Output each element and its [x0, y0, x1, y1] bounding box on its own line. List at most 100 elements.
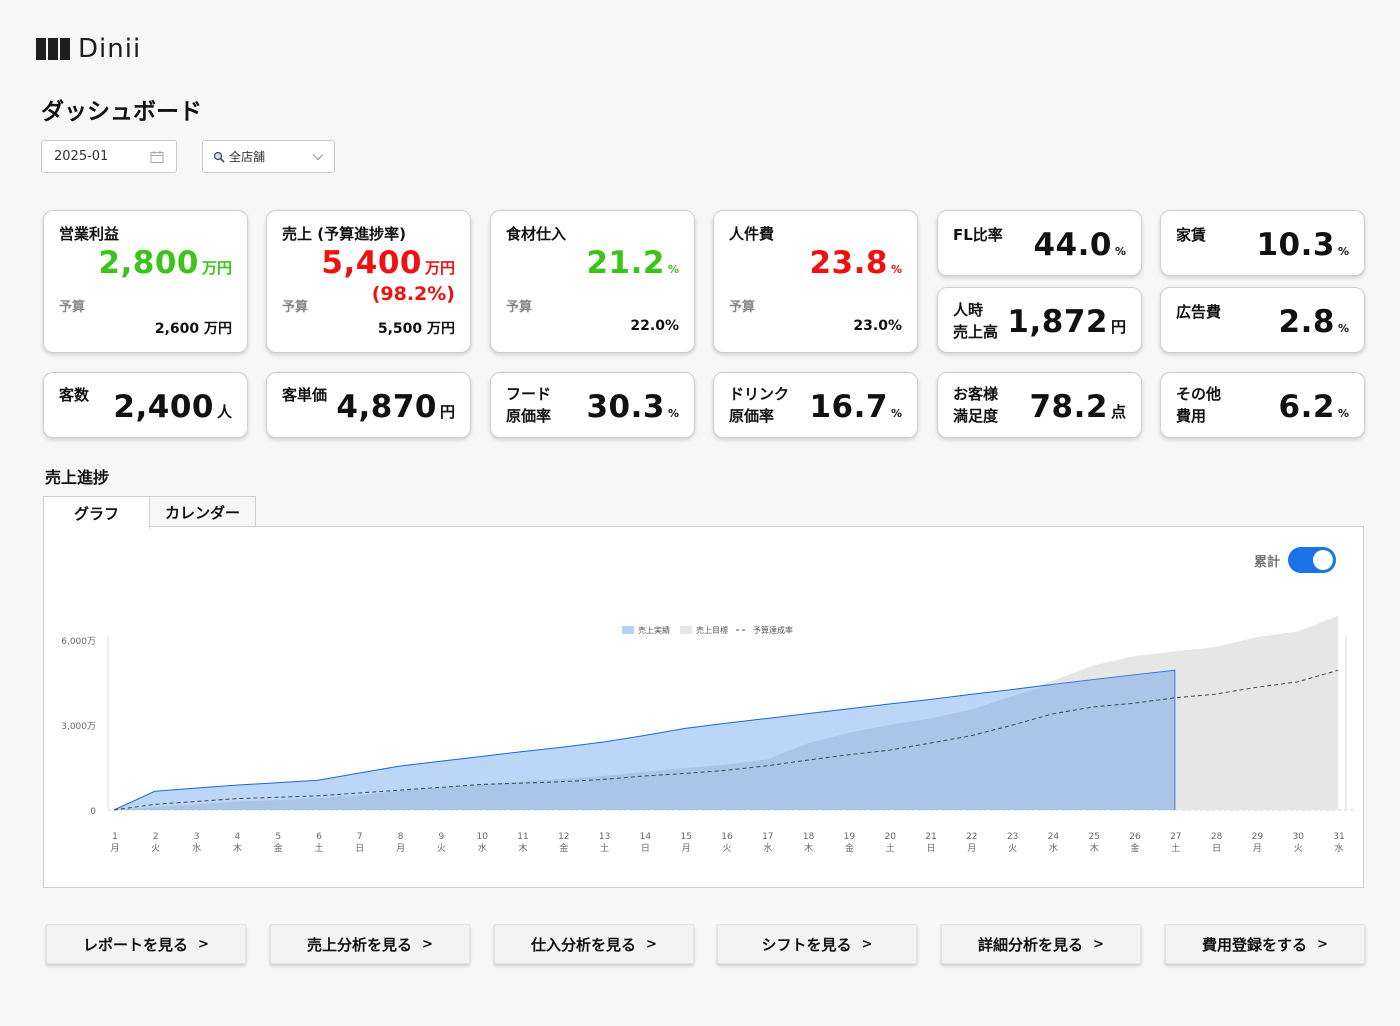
kpi-value: 44.0% [1033, 227, 1126, 263]
kpi-value: 1,872 円 [1007, 304, 1126, 340]
budget-label: 予算 [506, 300, 533, 315]
budget-value: 22.0% [630, 318, 679, 334]
kpi-value: 21.2% [586, 245, 679, 281]
kpi-label: 広告費 [1176, 303, 1222, 321]
x-tick-day: 4 [235, 832, 241, 842]
x-tick-day: 30 [1292, 832, 1304, 842]
kpi-unit: 円 [1110, 318, 1126, 336]
x-tick-day: 31 [1333, 832, 1344, 842]
x-tick-day: 6 [316, 832, 322, 842]
kpi-value: 5,400 万円 [321, 245, 455, 281]
logo-mark-icon [36, 38, 70, 60]
chevron-right-icon: > [861, 936, 873, 952]
x-tick-weekday: 水 [192, 842, 201, 854]
sales-progress-chart: 03,000万6,000万1月2火3水4木5金6土7日8月9火10水11木12金… [61, 615, 1354, 854]
kpi-card-small[interactable]: 人時 売上高 1,872 円 [937, 287, 1142, 353]
action-button[interactable]: 仕入分析を見る > [494, 924, 694, 964]
x-tick-weekday: 木 [233, 842, 242, 854]
kpi-number: 21.2 [586, 245, 665, 281]
kpi-card[interactable]: ドリンク 原価率 16.7% [713, 372, 918, 438]
kpi-label: 人時 売上高 [953, 301, 999, 341]
x-tick-weekday: 木 [518, 842, 527, 854]
action-button-label: 仕入分析を見る [531, 935, 637, 954]
kpi-card[interactable]: お客様 満足度 78.2 点 [937, 372, 1142, 438]
kpi-value: 6.2% [1279, 389, 1349, 425]
x-tick-day: 8 [398, 832, 404, 842]
x-tick-day: 21 [925, 832, 936, 842]
kpi-card-budget[interactable]: 食材仕入 21.2% 予算 22.0% [490, 210, 695, 353]
legend-label-actual: 売上実績 [638, 625, 670, 635]
kpi-card[interactable]: 客数 2,400 人 [43, 372, 248, 438]
x-tick-weekday: 月 [1253, 843, 1262, 854]
kpi-label: 売上 (予算進捗率) [282, 225, 406, 243]
action-button[interactable]: シフトを見る > [717, 924, 917, 964]
search-icon [213, 151, 225, 163]
action-button[interactable]: 詳細分析を見る > [941, 924, 1141, 964]
kpi-number: 2.8 [1278, 304, 1335, 340]
x-tick-day: 17 [762, 832, 773, 842]
action-button[interactable]: レポートを見る > [46, 924, 246, 964]
x-tick-weekday: 金 [559, 842, 568, 854]
store-select-value: 全店舗 [229, 150, 266, 164]
action-button-label: レポートを見る [83, 935, 189, 954]
y-tick-label: 0 [90, 807, 96, 817]
budget-label: 予算 [59, 300, 86, 315]
x-tick-weekday: 水 [1334, 842, 1343, 854]
kpi-number: 1,872 [1007, 304, 1108, 340]
x-tick-day: 5 [275, 832, 281, 842]
x-tick-weekday: 木 [1090, 842, 1099, 854]
x-tick-day: 27 [1170, 832, 1181, 842]
budget-value: 2,600 万円 [154, 321, 232, 337]
kpi-label: お客様 満足度 [953, 385, 999, 425]
store-select[interactable]: 全店舗 [202, 140, 335, 173]
x-tick-weekday: 日 [926, 843, 935, 854]
action-button[interactable]: 売上分析を見る > [270, 924, 470, 964]
x-tick-weekday: 土 [1171, 842, 1180, 854]
x-tick-weekday: 金 [845, 842, 854, 854]
kpi-card-budget[interactable]: 人件費 23.8% 予算 23.0% [713, 210, 918, 353]
x-tick-day: 11 [517, 832, 528, 842]
chevron-down-icon [312, 153, 324, 160]
x-tick-weekday: 水 [1049, 842, 1058, 854]
kpi-card-budget[interactable]: 売上 (予算進捗率) 5,400 万円 (98.2%) 予算 5,500 万円 [266, 210, 471, 353]
x-tick-day: 13 [599, 832, 610, 842]
x-tick-weekday: 金 [274, 842, 283, 854]
x-tick-day: 20 [884, 832, 896, 842]
legend-swatch-actual [622, 626, 634, 634]
kpi-card-small[interactable]: 広告費 2.8% [1160, 287, 1365, 353]
kpi-card-small[interactable]: 家賃 10.3% [1160, 210, 1365, 276]
x-tick-weekday: 月 [396, 843, 405, 854]
page-title: ダッシュボード [41, 99, 202, 125]
sales-chart-panel: 累計 0 3,000万 6,000万 1 月 2 火 3 水 4 木 5 金 6 土 7 日 8 月 9 火 10 水 11 木… [43, 526, 1364, 888]
kpi-number: 78.2 [1029, 389, 1108, 425]
kpi-number: 2,800 [98, 245, 199, 281]
kpi-number: 44.0 [1033, 227, 1112, 263]
x-tick-weekday: 月 [967, 843, 976, 854]
action-button[interactable]: 費用登録をする > [1165, 924, 1365, 964]
action-button-label: 詳細分析を見る [978, 935, 1084, 954]
x-tick-day: 26 [1129, 832, 1141, 842]
action-button-label: 費用登録をする [1202, 935, 1308, 954]
kpi-unit: % [667, 263, 679, 276]
kpi-card[interactable]: その他 費用 6.2% [1160, 372, 1365, 438]
kpi-card[interactable]: フード 原価率 30.3% [490, 372, 695, 438]
x-tick-day: 25 [1088, 832, 1099, 842]
x-tick-day: 22 [966, 832, 977, 842]
x-tick-day: 18 [803, 832, 815, 842]
kpi-card[interactable]: 客単価 4,870 円 [266, 372, 471, 438]
chevron-right-icon: > [1317, 936, 1328, 952]
x-tick-day: 24 [1048, 832, 1060, 842]
x-tick-day: 2 [153, 832, 159, 842]
kpi-unit: 円 [439, 403, 455, 421]
kpi-unit: % [1114, 245, 1126, 258]
kpi-card-small[interactable]: FL比率 44.0% [937, 210, 1142, 276]
x-tick-day: 10 [476, 832, 488, 842]
kpi-card-budget[interactable]: 営業利益 2,800 万円 予算 2,600 万円 [43, 210, 248, 353]
x-tick-day: 29 [1252, 832, 1264, 842]
month-picker[interactable]: 2025-01 [41, 140, 177, 173]
budget-value: 5,500 万円 [377, 321, 455, 337]
tab-graph[interactable]: グラフ [43, 496, 150, 529]
x-tick-day: 1 [112, 832, 118, 842]
tab-calendar[interactable]: カレンダー [149, 496, 256, 528]
kpi-label: 営業利益 [59, 225, 120, 243]
